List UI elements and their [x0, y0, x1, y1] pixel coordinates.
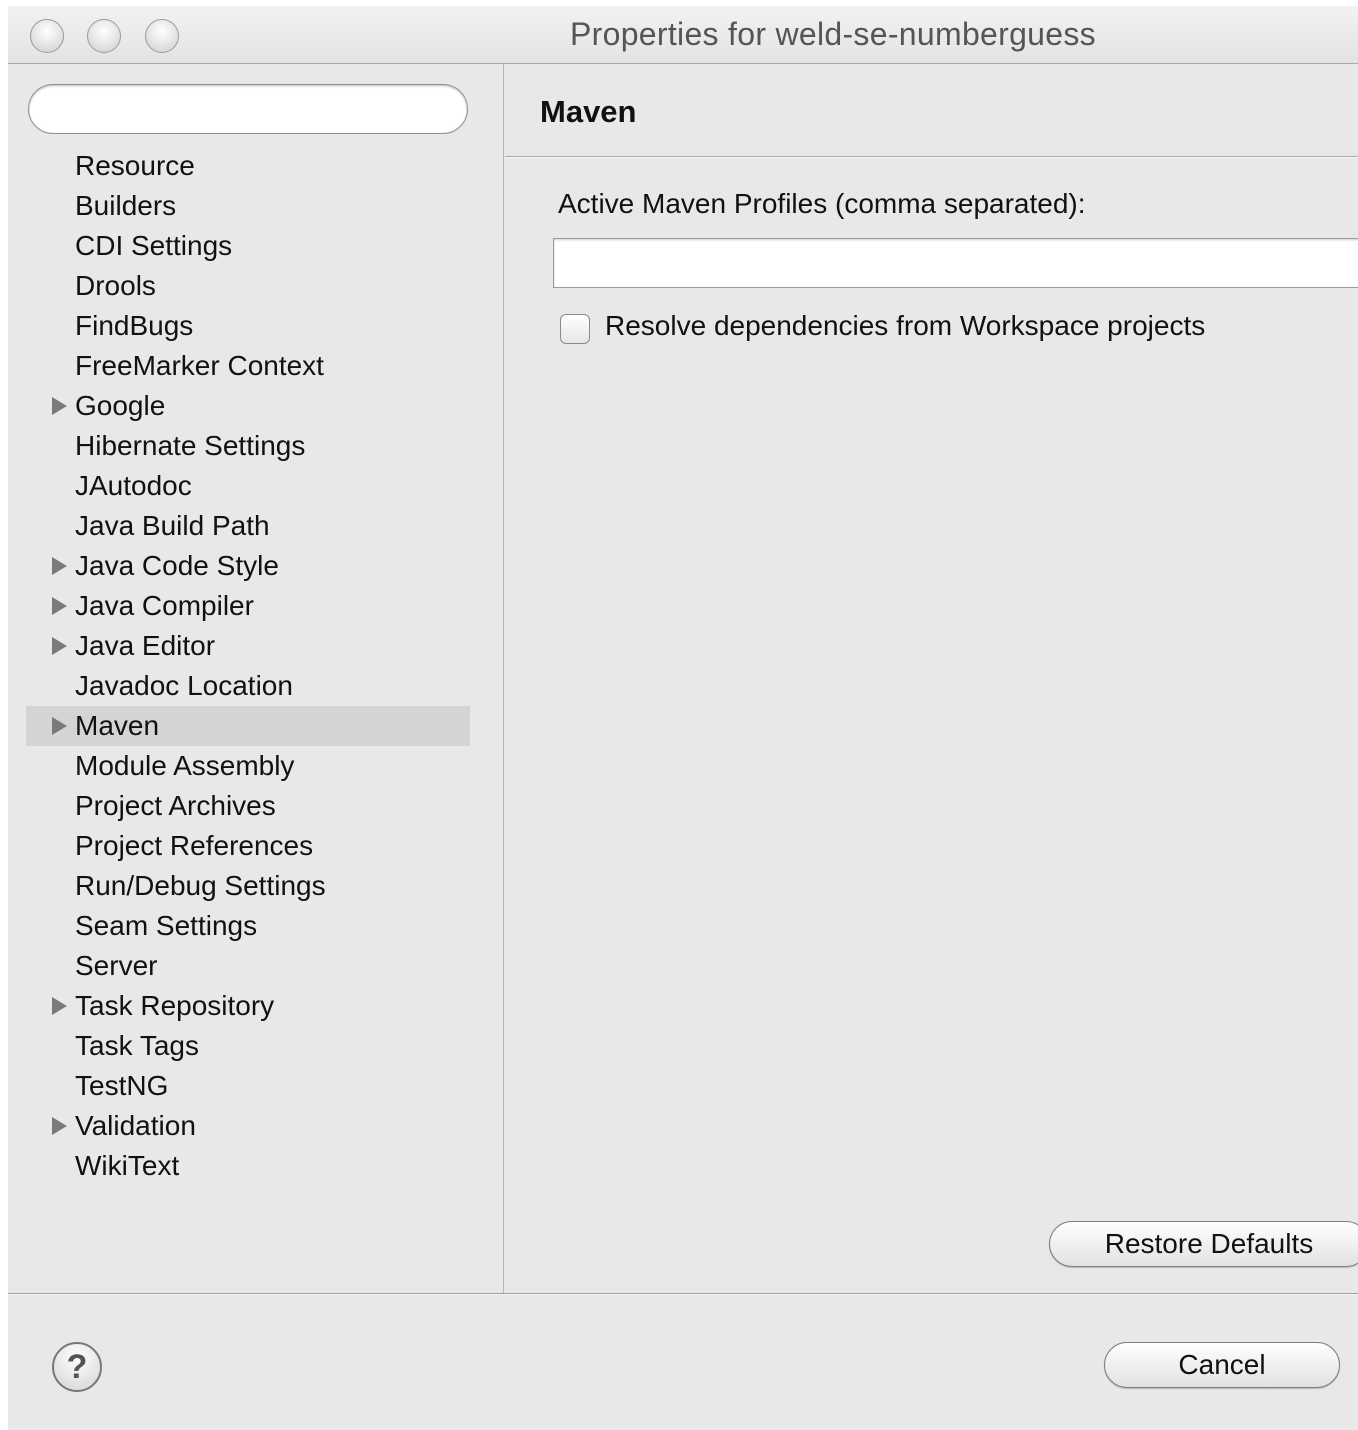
properties-dialog: Properties for weld-se-numberguess Resou…: [8, 6, 1358, 1430]
tree-item[interactable]: Drools: [26, 266, 470, 306]
tree-item[interactable]: Google: [26, 386, 470, 426]
tree-item-label: Java Code Style: [75, 550, 279, 581]
tree-item-label: Java Editor: [75, 630, 216, 661]
tree-item-label: FreeMarker Context: [75, 350, 324, 381]
tree-item[interactable]: Task Tags: [26, 1026, 470, 1066]
tree-item-label: Google: [75, 390, 166, 421]
tree-item[interactable]: Module Assembly: [26, 746, 470, 786]
tree-item-label: TestNG: [75, 1070, 169, 1101]
tree-item[interactable]: WikiText: [26, 1146, 470, 1186]
tree-item[interactable]: Server: [26, 946, 470, 986]
triangle-right-icon[interactable]: [52, 1117, 67, 1135]
tree-item-label: Module Assembly: [75, 750, 295, 781]
filter-input[interactable]: [28, 84, 468, 134]
profiles-input[interactable]: [553, 238, 1358, 288]
tree-item[interactable]: JAutodoc: [26, 466, 470, 506]
tree-item-label: Javadoc Location: [75, 670, 293, 701]
maven-settings-pane: Maven Active Maven Profiles (comma separ…: [505, 64, 1358, 1293]
triangle-right-icon[interactable]: [52, 997, 67, 1015]
cancel-button[interactable]: Cancel: [1104, 1342, 1340, 1388]
triangle-right-icon[interactable]: [52, 397, 67, 415]
footer-divider: [8, 1293, 1358, 1295]
triangle-right-icon[interactable]: [52, 557, 67, 575]
window-title: Properties for weld-se-numberguess: [570, 16, 1096, 52]
tree-item-label: CDI Settings: [75, 230, 233, 261]
tree-item-label: JAutodoc: [75, 470, 192, 501]
triangle-right-icon[interactable]: [52, 637, 67, 655]
tree-item[interactable]: Java Compiler: [26, 586, 470, 626]
tree-item[interactable]: Project References: [26, 826, 470, 866]
triangle-right-icon[interactable]: [52, 717, 67, 735]
tree-item-label: Seam Settings: [75, 910, 258, 941]
tree-item[interactable]: Javadoc Location: [26, 666, 470, 706]
restore-defaults-button[interactable]: Restore Defaults: [1049, 1221, 1358, 1267]
tree-item-label: Task Repository: [75, 990, 275, 1021]
tree-item-label: Project References: [75, 830, 314, 861]
tree-item-label: Server: [75, 950, 158, 981]
tree-item[interactable]: CDI Settings: [26, 226, 470, 266]
title-bar[interactable]: Properties for weld-se-numberguess: [8, 6, 1358, 64]
tree-item[interactable]: TestNG: [26, 1066, 470, 1106]
tree-item[interactable]: Java Build Path: [26, 506, 470, 546]
tree-item[interactable]: Run/Debug Settings: [26, 866, 470, 906]
tree-item[interactable]: FreeMarker Context: [26, 346, 470, 386]
tree-item[interactable]: Seam Settings: [26, 906, 470, 946]
title-divider: [505, 156, 1358, 158]
tree-item[interactable]: FindBugs: [26, 306, 470, 346]
tree-item-label: Maven: [75, 710, 160, 741]
tree-item-label: Task Tags: [75, 1030, 199, 1061]
resolve-workspace-label[interactable]: Resolve dependencies from Workspace proj…: [605, 310, 1205, 342]
category-sidebar: Resource Builders CDI Settings Drools FindBu…: [8, 64, 504, 1293]
tree-item[interactable]: Builders: [26, 186, 470, 226]
triangle-right-icon[interactable]: [52, 597, 67, 615]
tree-item[interactable]: Java Code Style: [26, 546, 470, 586]
page-title: Maven: [540, 94, 637, 129]
tree-item-label: Drools: [75, 270, 156, 301]
tree-item-label: Builders: [75, 190, 177, 221]
tree-item-label: Java Build Path: [75, 510, 270, 541]
tree-item[interactable]: Resource: [26, 146, 470, 186]
tree-item-label: Project Archives: [75, 790, 276, 821]
tree-item-label: Java Compiler: [75, 590, 254, 621]
tree-item-label: Hibernate Settings: [75, 430, 306, 461]
tree-item-label: Resource: [75, 150, 195, 181]
tree-item-label: WikiText: [75, 1150, 180, 1181]
tree-item-label: Validation: [75, 1110, 196, 1141]
tree-item[interactable]: Maven: [26, 706, 470, 746]
resolve-workspace-checkbox[interactable]: [560, 314, 590, 344]
tree-item-label: Run/Debug Settings: [75, 870, 326, 901]
tree-item[interactable]: Java Editor: [26, 626, 470, 666]
tree-item[interactable]: Project Archives: [26, 786, 470, 826]
tree-item-label: FindBugs: [75, 310, 194, 341]
tree-item[interactable]: Validation: [26, 1106, 470, 1146]
help-icon[interactable]: ?: [52, 1342, 102, 1392]
tree-item[interactable]: Task Repository: [26, 986, 470, 1026]
profiles-label: Active Maven Profiles (comma separated):: [558, 188, 1086, 219]
category-tree: Resource Builders CDI Settings Drools FindBu…: [26, 146, 470, 1186]
tree-item[interactable]: Hibernate Settings: [26, 426, 470, 466]
